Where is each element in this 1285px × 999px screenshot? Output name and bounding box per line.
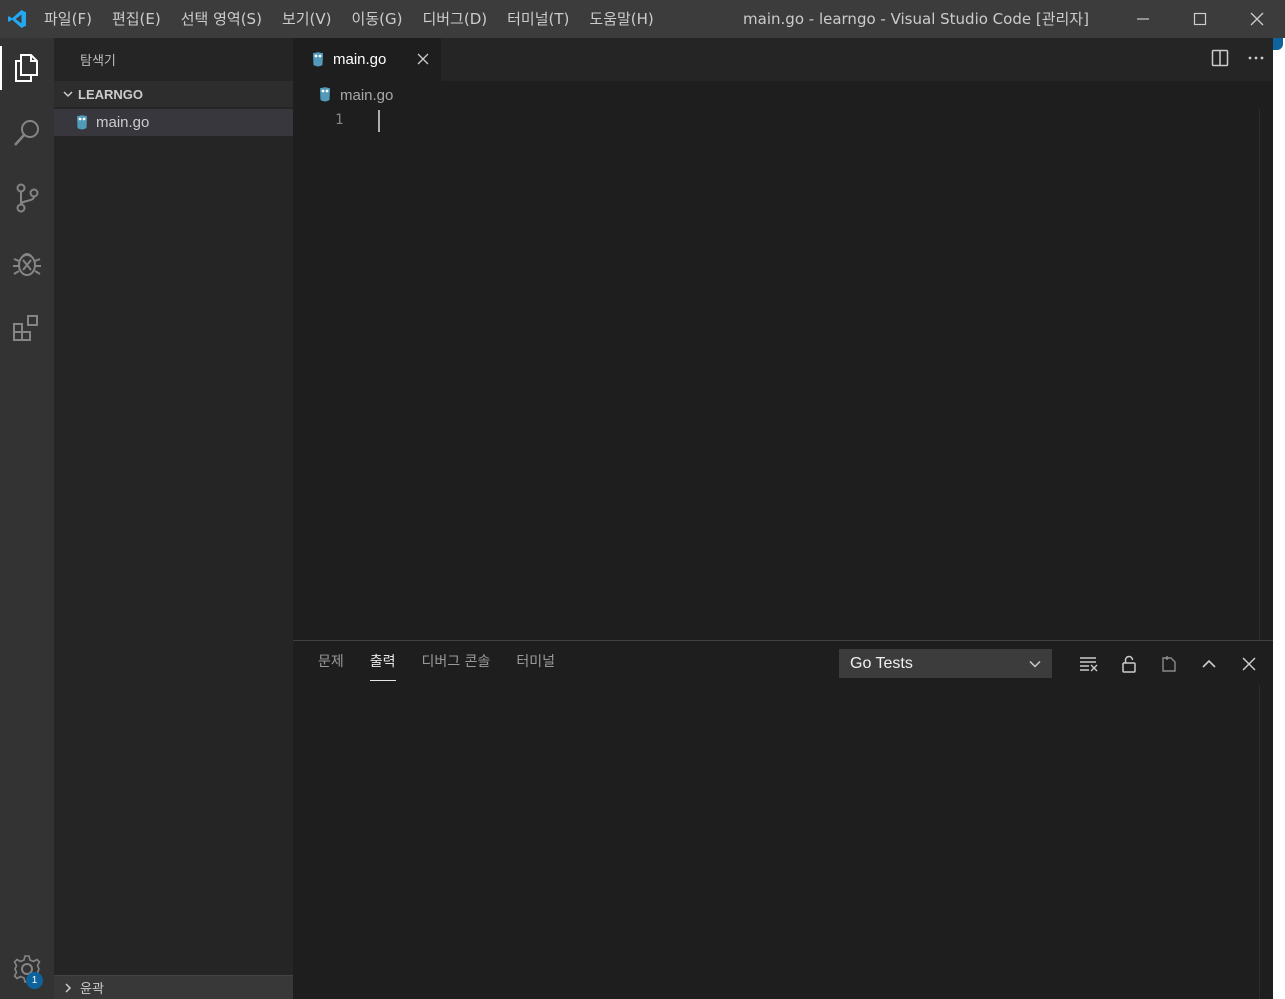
output-channel-value: Go Tests: [850, 654, 913, 672]
editor-tabs: main.go: [293, 38, 1285, 81]
sidebar-title: 탐색기: [80, 54, 116, 69]
close-icon: [1242, 656, 1256, 671]
background-window-edge: [1273, 38, 1285, 999]
search-icon: [14, 120, 39, 146]
panel-scrollbar[interactable]: [1259, 685, 1273, 999]
tab-main-go[interactable]: main.go: [293, 38, 441, 81]
explorer-sidebar: 탐색기 LEARNGO main.go 윤곽: [54, 38, 293, 999]
outline-label: 윤곽: [80, 982, 104, 997]
menu-go[interactable]: 이동(G): [342, 0, 413, 38]
menu-file[interactable]: 파일(F): [34, 0, 102, 38]
breadcrumb-file: main.go: [340, 86, 394, 104]
window-controls: [1114, 0, 1285, 38]
minimize-icon: [1136, 18, 1149, 20]
output-channel-select[interactable]: Go Tests: [839, 649, 1052, 678]
clear-output-button[interactable]: [1069, 649, 1109, 678]
chevron-right-icon: [58, 982, 78, 994]
unlock-icon: [1122, 655, 1136, 673]
tab-close-button[interactable]: [415, 51, 431, 67]
debug-icon: [13, 253, 41, 276]
file-name: main.go: [96, 114, 150, 131]
chevron-up-icon: [1202, 659, 1216, 668]
menu-view[interactable]: 보기(V): [272, 0, 342, 38]
maximize-panel-button[interactable]: [1189, 649, 1229, 678]
title-bar: 파일(F) 편집(E) 선택 영역(S) 보기(V) 이동(G) 디버그(D) …: [0, 0, 1285, 38]
split-editor-button[interactable]: [1211, 49, 1229, 71]
background-window-indicator: [1273, 38, 1283, 50]
breadcrumb[interactable]: main.go: [293, 81, 393, 109]
menu-help[interactable]: 도움말(H): [579, 0, 663, 38]
tab-problems[interactable]: 문제: [318, 641, 344, 683]
menu-bar: 파일(F) 편집(E) 선택 영역(S) 보기(V) 이동(G) 디버그(D) …: [34, 0, 664, 38]
scroll-lock-button[interactable]: [1109, 649, 1149, 678]
close-icon: [417, 53, 429, 65]
text-cursor: [378, 110, 380, 132]
bottom-panel: 문제 출력 디버그 콘솔 터미널 Go Tests: [293, 640, 1273, 999]
maximize-button[interactable]: [1171, 0, 1228, 38]
window-title: main.go - learngo - Visual Studio Code […: [743, 10, 1089, 28]
line-number: 1: [335, 112, 344, 128]
go-file-icon: [74, 114, 90, 131]
more-actions-button[interactable]: [1247, 49, 1265, 71]
folder-header[interactable]: LEARNGO: [54, 81, 293, 107]
editor-actions: [1211, 38, 1265, 81]
chevron-down-icon: [1028, 656, 1042, 675]
outline-section[interactable]: 윤곽: [54, 975, 293, 999]
menu-selection[interactable]: 선택 영역(S): [171, 0, 272, 38]
go-file-icon: [317, 87, 333, 103]
source-control-icon: [16, 183, 39, 213]
notification-badge: 1: [26, 972, 43, 989]
close-icon: [1250, 12, 1263, 26]
activity-debug[interactable]: [0, 235, 54, 291]
menu-terminal[interactable]: 터미널(T): [497, 0, 579, 38]
editor-scrollbar[interactable]: [1259, 109, 1273, 640]
tab-output[interactable]: 출력: [369, 641, 396, 683]
panel-actions: [1069, 649, 1269, 678]
split-editor-icon: [1211, 49, 1229, 66]
go-file-icon: [310, 51, 326, 68]
activity-bar: 1: [0, 38, 54, 999]
vscode-logo-icon: [0, 0, 34, 38]
activity-manage[interactable]: 1: [0, 941, 54, 997]
maximize-icon: [1193, 12, 1206, 26]
close-panel-button[interactable]: [1229, 649, 1269, 678]
activity-source-control[interactable]: [0, 170, 54, 226]
clear-output-icon: [1080, 656, 1098, 671]
explorer-icon: [15, 54, 38, 82]
extensions-icon: [13, 315, 38, 341]
tab-debug-console[interactable]: 디버그 콘솔: [422, 641, 491, 683]
open-file-icon: [1162, 655, 1176, 672]
code-editor[interactable]: 1: [293, 109, 1259, 640]
menu-edit[interactable]: 편집(E): [102, 0, 171, 38]
folder-name: LEARNGO: [78, 86, 143, 102]
tab-label: main.go: [333, 51, 387, 68]
activity-extensions[interactable]: [0, 300, 54, 356]
more-icon: [1248, 56, 1264, 59]
chevron-down-icon: [58, 88, 78, 100]
activity-explorer[interactable]: [0, 40, 54, 96]
tab-terminal[interactable]: 터미널: [516, 641, 555, 683]
minimize-button[interactable]: [1114, 0, 1171, 38]
panel-tabs: 문제 출력 디버그 콘솔 터미널: [318, 641, 581, 683]
menu-debug[interactable]: 디버그(D): [412, 0, 497, 38]
activity-search[interactable]: [0, 105, 54, 161]
open-log-button[interactable]: [1149, 649, 1189, 678]
close-window-button[interactable]: [1228, 0, 1285, 38]
file-item-main-go[interactable]: main.go: [54, 109, 293, 136]
